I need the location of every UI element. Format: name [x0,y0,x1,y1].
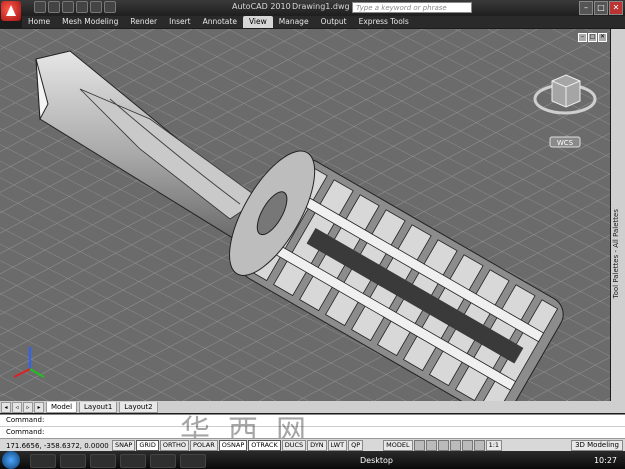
tab-layout1[interactable]: Layout1 [79,401,118,413]
quick-access-toolbar [24,1,116,14]
viewport-close-icon[interactable]: ✕ [598,33,607,42]
save-icon[interactable] [62,1,74,13]
next-layout-icon[interactable]: ▹ [23,401,33,413]
workspace-switcher[interactable]: 3D Modeling [571,440,623,451]
application-menu-button[interactable] [1,1,21,21]
viewport-minimize-icon[interactable]: – [578,33,587,42]
layout-icon[interactable] [413,440,425,451]
annotation-scale[interactable]: 1:1 [485,440,503,451]
undo-icon[interactable] [76,1,88,13]
tab-mesh-modeling[interactable]: Mesh Modeling [56,16,124,28]
viewport-restore-icon[interactable]: □ [588,33,597,42]
taskbar-app-icon[interactable] [180,454,206,468]
polar-toggle[interactable]: POLAR [189,440,218,451]
snap-toggle[interactable]: SNAP [112,440,136,451]
taskbar-app-icon[interactable] [120,454,146,468]
grid-toggle[interactable]: GRID [136,440,159,451]
clock[interactable]: 10:27 [594,456,617,465]
otrack-toggle[interactable]: OTRACK [248,440,281,451]
dyn-toggle[interactable]: DYN [307,440,327,451]
ribbon-tabs: Home Mesh Modeling Render Insert Annotat… [22,16,625,28]
coordinate-readout: 171.6656, -358.6372, 0.0000 [6,441,109,450]
window-controls: – □ ✕ [579,1,623,15]
search-input[interactable]: Type a keyword or phrase [352,2,472,13]
app-title: AutoCAD 2010 [232,2,291,11]
tab-layout2[interactable]: Layout2 [119,401,158,413]
tool-palette-label: Tool Palettes - All Palettes [612,209,620,299]
osnap-toggle[interactable]: OSNAP [218,440,248,451]
tab-home[interactable]: Home [22,16,56,28]
prev-layout-icon[interactable]: ◃ [12,401,22,413]
tab-annotate[interactable]: Annotate [197,16,243,28]
redo-icon[interactable] [90,1,102,13]
status-bar: 171.6656, -358.6372, 0.0000 SNAP GRID OR… [0,438,625,452]
maximize-icon[interactable]: □ [594,1,608,15]
desktop-toolbar-label[interactable]: Desktop [360,456,393,465]
model-canvas: WCS [0,29,610,401]
first-layout-icon[interactable]: ◂ [1,401,11,413]
drawing-viewport[interactable]: WCS [0,29,610,401]
tab-output[interactable]: Output [315,16,353,28]
tab-insert[interactable]: Insert [163,16,197,28]
ducs-toggle[interactable]: DUCS [281,440,307,451]
tab-express-tools[interactable]: Express Tools [353,16,415,28]
tab-manage[interactable]: Manage [273,16,315,28]
start-button[interactable] [2,451,20,469]
tool-palette-strip[interactable]: Tool Palettes - All Palettes [611,29,625,401]
taskbar-app-icon[interactable] [30,454,56,468]
last-layout-icon[interactable]: ▸ [34,401,44,413]
pan-icon[interactable] [425,440,437,451]
steeringwheel-icon[interactable] [449,440,461,451]
document-title: Drawing1.dwg [292,2,350,11]
taskbar-app-icon[interactable] [90,454,116,468]
qp-toggle[interactable]: QP [348,440,364,451]
close-icon[interactable]: ✕ [609,1,623,15]
showmotion-icon[interactable] [461,440,473,451]
taskbar-app-icon[interactable] [150,454,176,468]
ortho-toggle[interactable]: ORTHO [159,440,189,451]
model-space-button[interactable]: MODEL [383,440,413,451]
lwt-toggle[interactable]: LWT [327,440,348,451]
plot-icon[interactable] [104,1,116,13]
windows-taskbar: Desktop 10:27 [0,451,625,469]
tab-view[interactable]: View [242,16,273,28]
wcs-label: WCS [557,139,574,147]
open-icon[interactable] [48,1,60,13]
taskbar-app-icon[interactable] [60,454,86,468]
tab-model[interactable]: Model [46,401,78,413]
new-icon[interactable] [34,1,46,13]
zoom-icon[interactable] [437,440,449,451]
tab-render[interactable]: Render [124,16,163,28]
annotation-scale-icon[interactable] [473,440,485,451]
minimize-icon[interactable]: – [579,1,593,15]
viewport-controls: – □ ✕ [578,33,607,42]
